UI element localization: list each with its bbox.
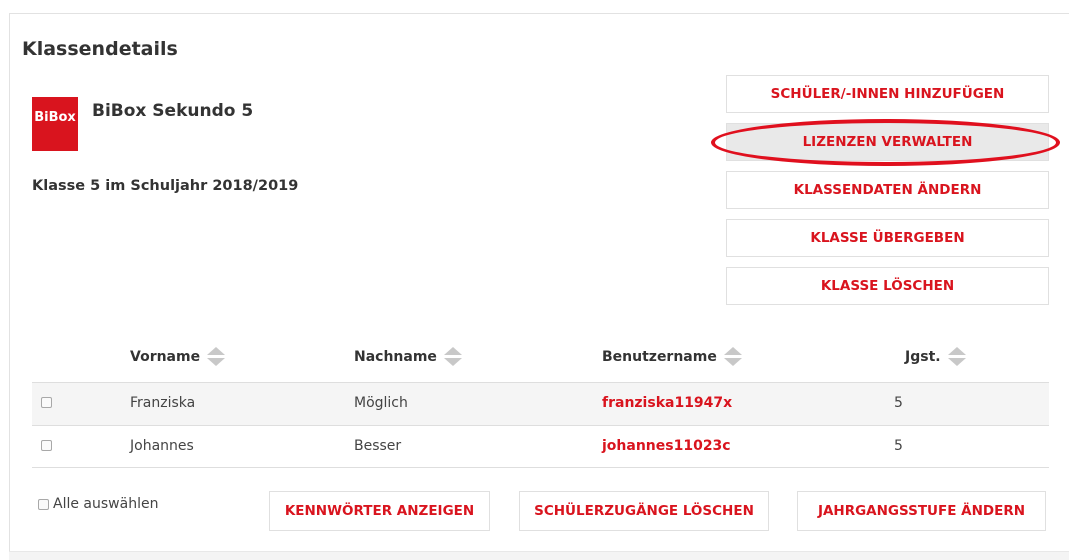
table-row[interactable]: Franziska Möglich franziska11947x 5 bbox=[32, 383, 1049, 425]
column-header-jgst[interactable]: Jgst. bbox=[905, 347, 966, 366]
cell-nachname: Möglich bbox=[354, 395, 408, 411]
column-label: Nachname bbox=[354, 348, 437, 365]
cell-benutzername-link[interactable]: johannes11023c bbox=[602, 438, 731, 454]
column-header-benutzername[interactable]: Benutzername bbox=[602, 347, 742, 366]
delete-student-accounts-button[interactable]: SCHÜLERZUGÄNGE LÖSCHEN bbox=[519, 491, 769, 531]
bibox-logo: BiBox bbox=[32, 97, 78, 151]
change-grade-level-button[interactable]: JAHRGANGSSTUFE ÄNDERN bbox=[797, 491, 1046, 531]
select-all-label: Alle auswählen bbox=[53, 496, 159, 512]
column-label: Vorname bbox=[130, 348, 201, 365]
show-passwords-button[interactable]: KENNWÖRTER ANZEIGEN bbox=[269, 491, 490, 531]
add-students-button[interactable]: SCHÜLER/-INNEN HINZUFÜGEN bbox=[726, 75, 1049, 113]
sort-icon[interactable] bbox=[443, 347, 462, 366]
sort-icon[interactable] bbox=[947, 347, 966, 366]
product-name: BiBox Sekundo 5 bbox=[92, 101, 254, 121]
select-all-checkbox[interactable] bbox=[38, 498, 49, 510]
table-divider bbox=[32, 467, 1049, 468]
cell-nachname: Besser bbox=[354, 438, 402, 454]
row-checkbox[interactable] bbox=[41, 397, 52, 408]
table-row[interactable]: Johannes Besser johannes11023c 5 bbox=[32, 426, 1049, 468]
select-all[interactable]: Alle auswählen bbox=[38, 496, 158, 512]
manage-licenses-button[interactable]: LIZENZEN VERWALTEN bbox=[726, 123, 1049, 161]
cell-jgst: 5 bbox=[894, 395, 903, 411]
row-checkbox[interactable] bbox=[41, 440, 52, 451]
column-header-nachname[interactable]: Nachname bbox=[354, 347, 462, 366]
transfer-class-button[interactable]: KLASSE ÜBERGEBEN bbox=[726, 219, 1049, 257]
edit-class-data-button[interactable]: KLASSENDATEN ÄNDERN bbox=[726, 171, 1049, 209]
column-label: Jgst. bbox=[905, 348, 941, 365]
class-info: Klasse 5 im Schuljahr 2018/2019 bbox=[32, 178, 299, 194]
column-header-vorname[interactable]: Vorname bbox=[130, 347, 226, 366]
cell-jgst: 5 bbox=[894, 438, 903, 454]
sort-icon[interactable] bbox=[723, 347, 742, 366]
cell-vorname: Franziska bbox=[130, 395, 196, 411]
column-label: Benutzername bbox=[602, 348, 717, 365]
delete-class-button[interactable]: KLASSE LÖSCHEN bbox=[726, 267, 1049, 305]
cell-vorname: Johannes bbox=[130, 438, 194, 454]
cell-benutzername-link[interactable]: franziska11947x bbox=[602, 395, 732, 411]
sort-icon[interactable] bbox=[207, 347, 226, 366]
page-title: Klassendetails bbox=[22, 38, 178, 60]
